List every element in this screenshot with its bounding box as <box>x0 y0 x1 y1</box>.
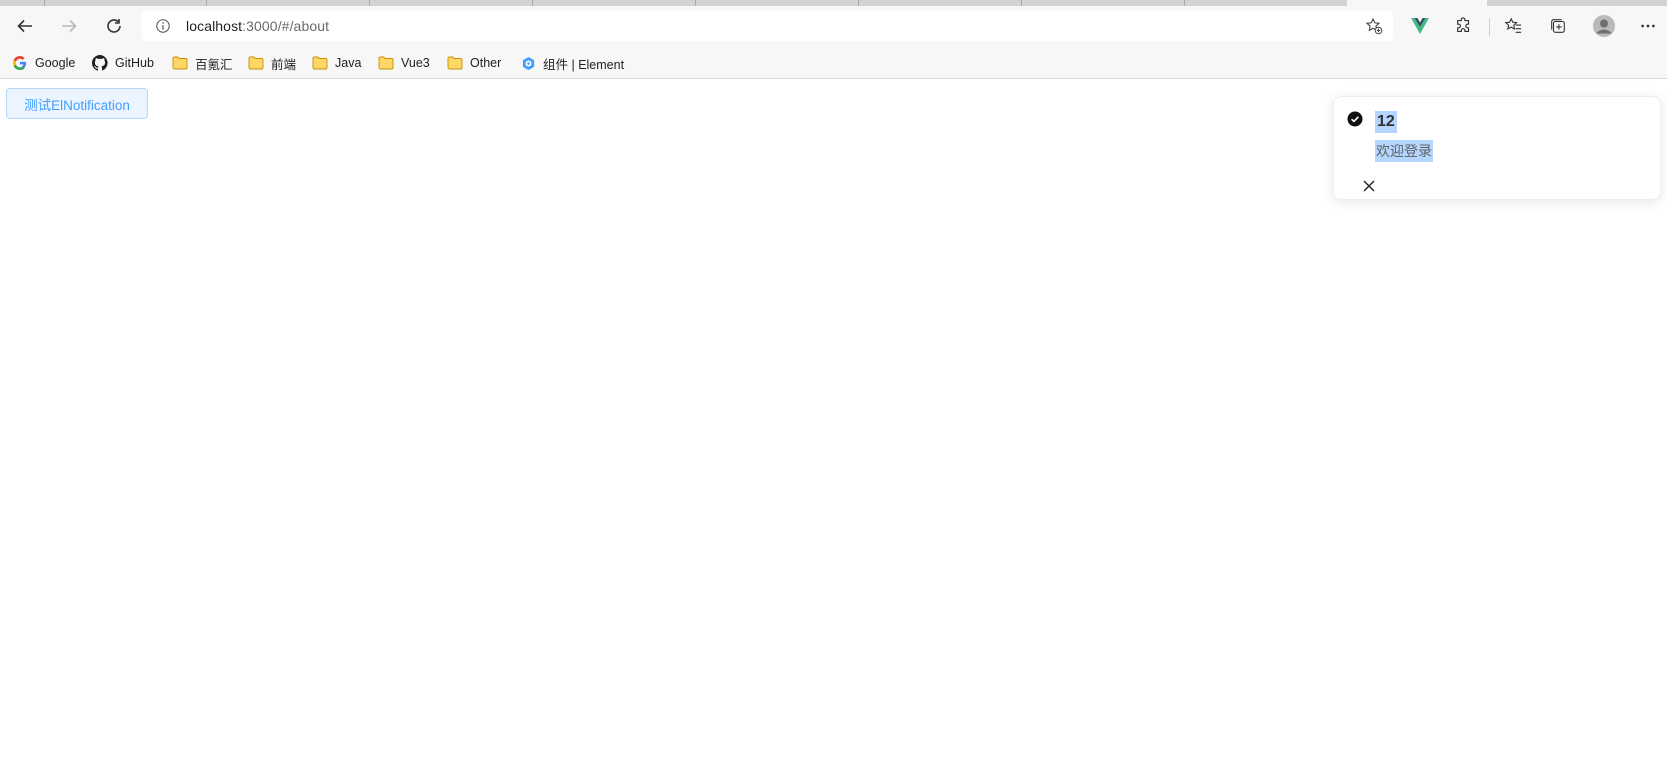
bookmark-folder-java[interactable]: Java <box>312 53 361 73</box>
bookmark-github[interactable]: GitHub <box>92 53 154 73</box>
github-icon <box>92 55 108 71</box>
test-notification-button[interactable]: 测试ElNotification <box>6 88 148 119</box>
google-icon <box>12 55 28 71</box>
bookmarks-bar: Google GitHub 百氪汇 前端 Java Vue3 Other 组件 … <box>0 46 1667 79</box>
folder-icon <box>447 55 463 71</box>
element-logo-icon <box>520 55 536 71</box>
back-button[interactable] <box>9 12 41 40</box>
folder-icon <box>378 55 394 71</box>
forward-button[interactable] <box>53 12 85 40</box>
info-icon[interactable] <box>154 17 172 35</box>
bookmark-google[interactable]: Google <box>12 53 75 73</box>
bookmark-folder-baikehui[interactable]: 百氪汇 <box>172 53 233 73</box>
reload-button[interactable] <box>98 12 130 40</box>
address-bar[interactable]: localhost:3000/#/about <box>142 11 1393 41</box>
favorites-icon[interactable] <box>1502 15 1524 37</box>
url-host: localhost <box>186 18 243 34</box>
arrow-right-icon <box>62 19 77 33</box>
notification: 12 欢迎登录 <box>1333 96 1661 200</box>
browser-toolbar: localhost:3000/#/about <box>0 6 1667 46</box>
bookmark-label: Vue3 <box>401 56 430 70</box>
bookmark-element[interactable]: 组件 | Element <box>520 53 624 73</box>
bookmark-label: GitHub <box>115 56 154 70</box>
notification-title: 12 <box>1375 111 1397 133</box>
puzzle-icon[interactable] <box>1453 15 1475 37</box>
toolbar-divider <box>1489 18 1490 36</box>
avatar-icon[interactable] <box>1593 15 1615 37</box>
bookmark-label: 百氪汇 <box>195 57 233 72</box>
url-text[interactable]: localhost:3000/#/about <box>186 18 329 34</box>
bookmark-folder-other[interactable]: Other <box>447 53 501 73</box>
folder-icon <box>172 55 188 71</box>
folder-icon <box>312 55 328 71</box>
folder-icon <box>248 55 264 71</box>
bookmark-label: 前端 <box>271 57 297 72</box>
url-path: :3000/#/about <box>242 18 330 34</box>
bookmark-folder-frontend[interactable]: 前端 <box>248 53 296 73</box>
bookmark-label: Other <box>470 56 502 70</box>
vue-logo-icon[interactable] <box>1409 15 1431 37</box>
bookmark-folder-vue3[interactable]: Vue3 <box>378 53 430 73</box>
star-plus-icon[interactable] <box>1365 17 1383 35</box>
reload-icon <box>107 19 121 33</box>
close-icon[interactable] <box>1362 179 1376 193</box>
more-icon[interactable] <box>1637 15 1659 37</box>
arrow-left-icon <box>17 19 32 33</box>
bookmark-label: 组件 | Element <box>543 57 625 72</box>
check-circle-icon <box>1347 111 1363 127</box>
bookmark-label: Google <box>35 56 76 70</box>
notification-message: 欢迎登录 <box>1375 140 1433 162</box>
bookmark-label: Java <box>335 56 362 70</box>
collections-icon[interactable] <box>1547 15 1569 37</box>
